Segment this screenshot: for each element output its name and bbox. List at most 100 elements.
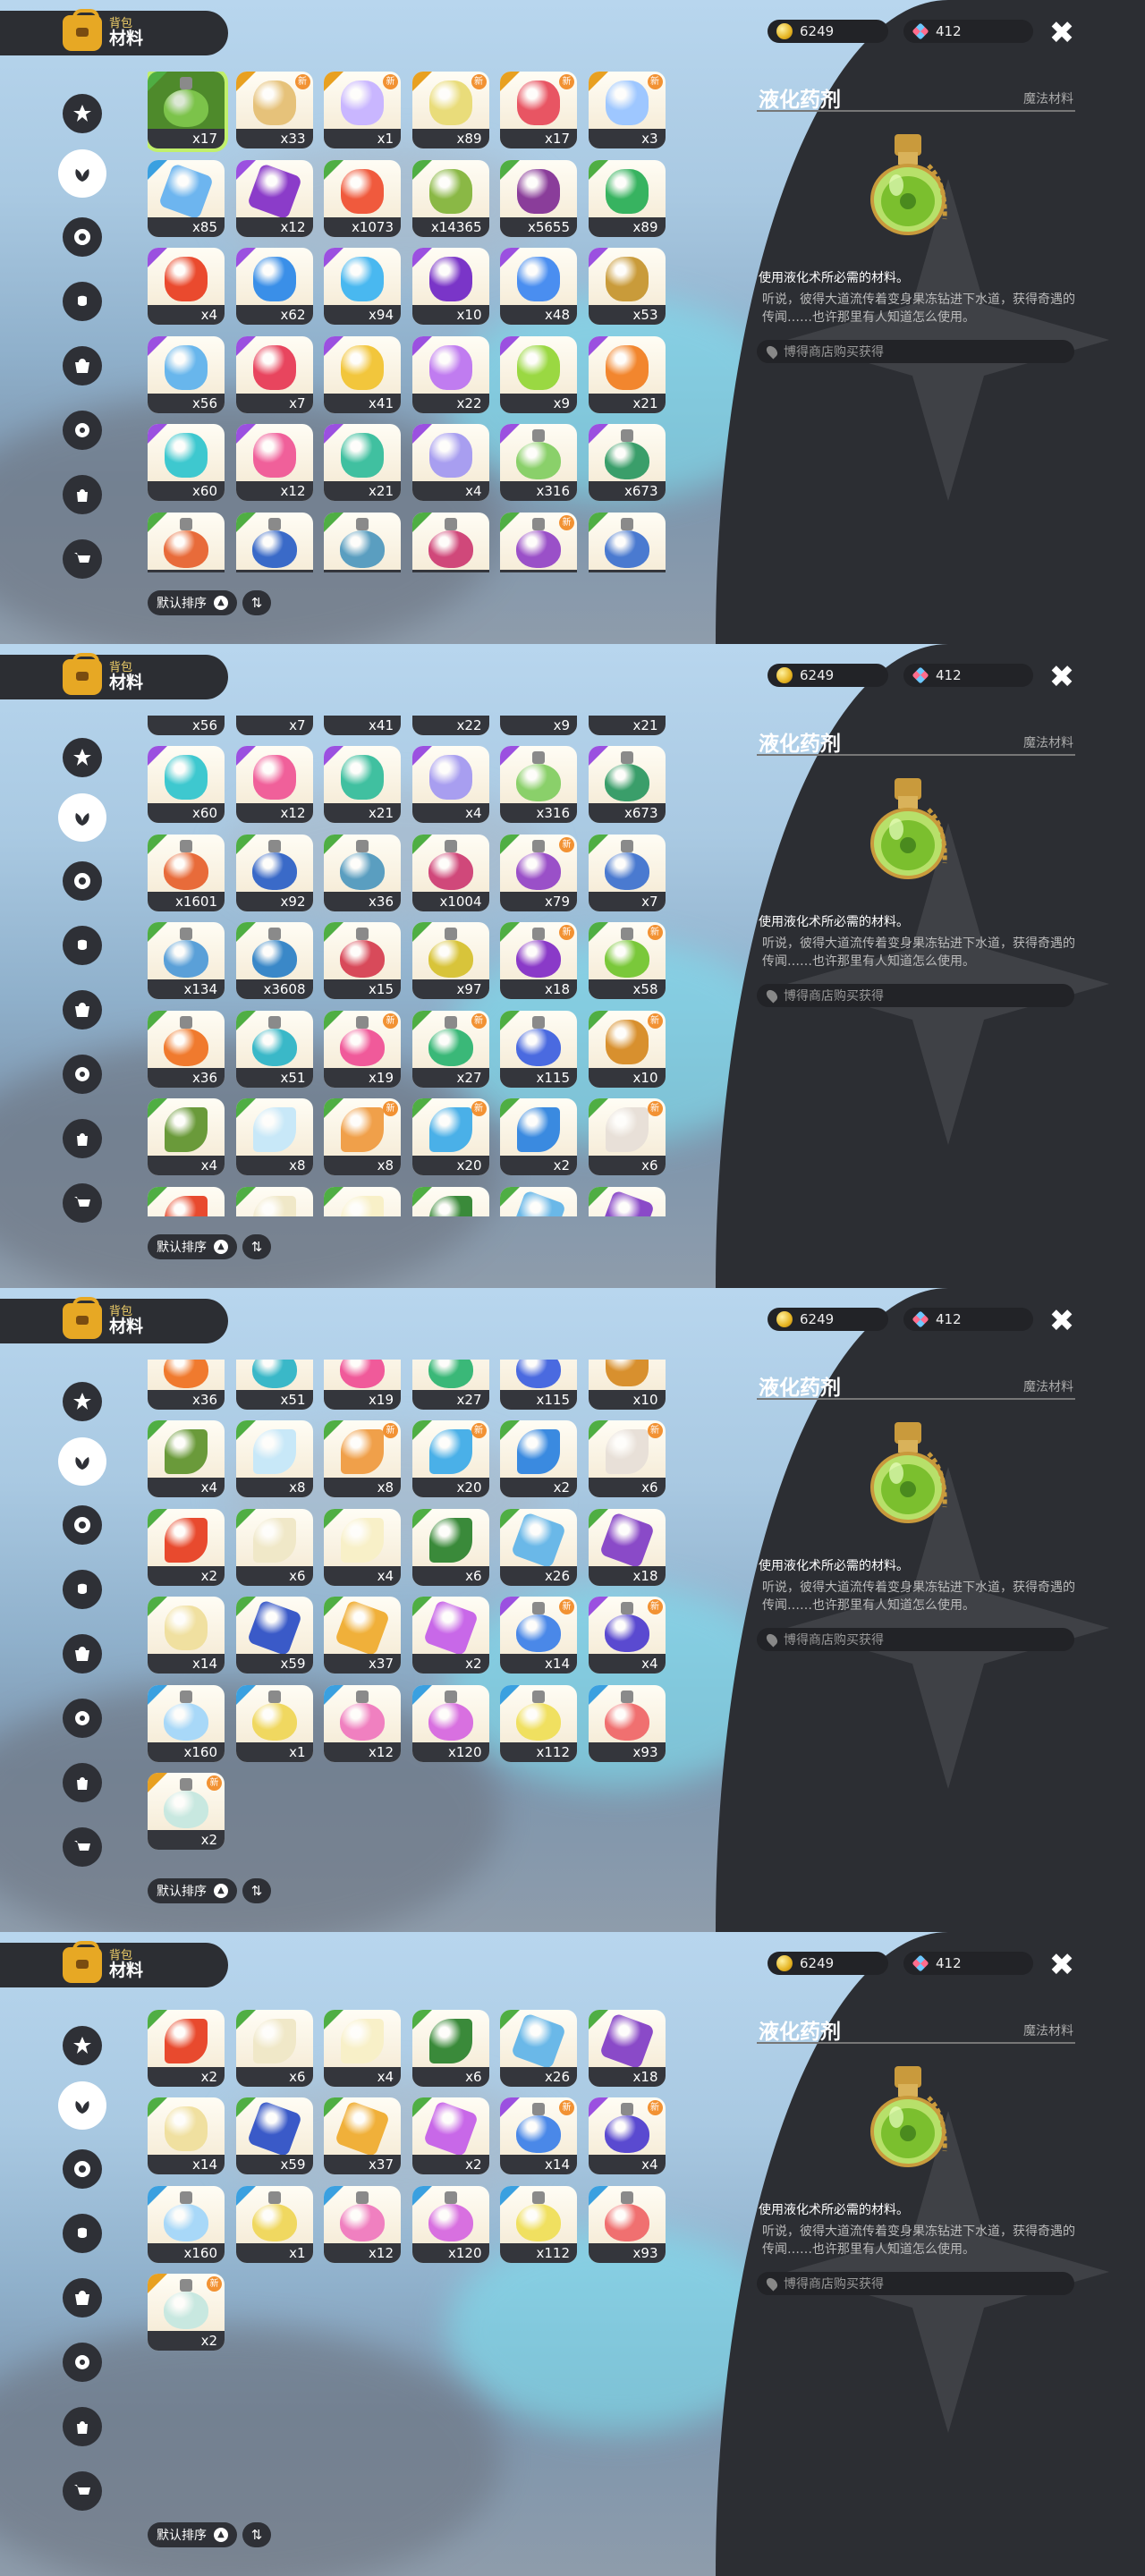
item-slot[interactable]: x6 — [411, 1508, 489, 1586]
basket-tab[interactable] — [63, 346, 102, 386]
item-slot[interactable]: x36 — [324, 834, 401, 911]
star-tab[interactable] — [63, 94, 102, 133]
item-slot[interactable]: x22 — [411, 716, 489, 735]
item-slot[interactable]: x62 — [235, 248, 313, 325]
item-slot[interactable]: x93 — [588, 1684, 666, 1762]
item-slot[interactable]: x15 — [324, 922, 401, 999]
item-slot[interactable]: x92 — [235, 834, 313, 911]
item-slot[interactable]: x48 — [500, 248, 577, 325]
leaf-tab[interactable] — [58, 1437, 106, 1486]
gear-tab[interactable] — [63, 2343, 102, 2382]
cart-tab[interactable] — [63, 1827, 102, 1867]
item-slot[interactable]: x18 — [588, 1508, 666, 1586]
item-slot[interactable]: 新 x33 — [235, 72, 313, 148]
item-slot[interactable]: 新 x2 — [148, 2274, 225, 2351]
item-slot[interactable]: x7 — [235, 335, 313, 413]
item-slot[interactable]: x26 — [500, 1508, 577, 1586]
item-slot[interactable]: x4 — [148, 1098, 225, 1175]
item-slot[interactable]: 新 x14 — [500, 2097, 577, 2174]
item-slot[interactable]: x120 — [411, 1684, 489, 1762]
item-slot[interactable]: x5655 — [500, 159, 577, 237]
item-slot[interactable]: x112 — [500, 1684, 577, 1762]
item-slot[interactable]: x4 — [148, 248, 225, 325]
cog-tab[interactable] — [63, 2149, 102, 2189]
item-slot[interactable]: x2 — [148, 1508, 225, 1586]
item-slot[interactable]: x92 — [235, 512, 313, 572]
sort-button[interactable]: 默认排序 ▲ — [148, 1878, 237, 1903]
item-slot[interactable]: x21 — [588, 335, 666, 413]
leaf-tab[interactable] — [58, 793, 106, 842]
item-slot[interactable]: x12 — [324, 2185, 401, 2263]
item-slot[interactable]: x316 — [500, 746, 577, 823]
item-slot[interactable]: x26 — [500, 2009, 577, 2087]
star-tab[interactable] — [63, 1382, 102, 1421]
item-slot[interactable]: x89 — [588, 159, 666, 237]
item-slot[interactable]: x160 — [148, 2185, 225, 2263]
bug-tab[interactable] — [63, 2214, 102, 2253]
item-slot[interactable]: x12 — [235, 746, 313, 823]
item-slot[interactable]: x2 — [148, 1186, 225, 1216]
item-slot[interactable]: x51 — [235, 1010, 313, 1088]
item-slot[interactable]: x21 — [588, 716, 666, 735]
item-slot[interactable]: x18 — [588, 1186, 666, 1216]
item-slot[interactable]: 新 x27 — [411, 1010, 489, 1088]
item-slot[interactable]: x4 — [148, 1420, 225, 1497]
item-slot[interactable]: 新 x6 — [588, 1420, 666, 1497]
sort-button[interactable]: 默认排序 ▲ — [148, 1234, 237, 1259]
item-slot[interactable]: x1004 — [411, 512, 489, 572]
sort-reverse-button[interactable]: ⇅ — [242, 590, 271, 615]
item-slot[interactable]: 新 x6 — [588, 1098, 666, 1175]
leaf-tab[interactable] — [58, 2081, 106, 2130]
item-slot[interactable]: x26 — [500, 1186, 577, 1216]
item-slot[interactable]: x120 — [411, 2185, 489, 2263]
item-slot[interactable]: x1073 — [324, 159, 401, 237]
item-slot[interactable]: x37 — [324, 2097, 401, 2174]
bug-tab[interactable] — [63, 282, 102, 321]
gear-tab[interactable] — [63, 1055, 102, 1094]
item-slot[interactable]: x12 — [235, 159, 313, 237]
item-slot[interactable]: 新 x2 — [148, 1773, 225, 1850]
item-slot[interactable]: 新 x79 — [500, 834, 577, 911]
item-slot[interactable]: x673 — [588, 424, 666, 501]
item-slot[interactable]: x37 — [324, 1597, 401, 1674]
item-slot[interactable]: x21 — [324, 746, 401, 823]
item-slot[interactable]: 新 x4 — [588, 1597, 666, 1674]
item-slot[interactable]: x4 — [324, 1508, 401, 1586]
item-slot[interactable]: 新 x89 — [411, 72, 489, 148]
sort-button[interactable]: 默认排序 ▲ — [148, 590, 237, 615]
item-slot[interactable]: x85 — [148, 159, 225, 237]
basket-tab[interactable] — [63, 990, 102, 1030]
cog-tab[interactable] — [63, 861, 102, 901]
item-slot[interactable]: x10 — [411, 248, 489, 325]
item-slot[interactable]: x3608 — [235, 922, 313, 999]
item-slot[interactable]: x93 — [588, 2185, 666, 2263]
item-slot[interactable]: 新 x8 — [324, 1420, 401, 1497]
item-slot[interactable]: x36 — [148, 1360, 225, 1410]
close-button[interactable]: ✖ — [1047, 1306, 1077, 1336]
item-slot[interactable]: x134 — [148, 922, 225, 999]
cog-tab[interactable] — [63, 217, 102, 257]
item-slot[interactable]: x6 — [235, 1508, 313, 1586]
item-slot[interactable]: 新 x10 — [588, 1010, 666, 1088]
item-slot[interactable]: x17 — [148, 72, 228, 152]
star-tab[interactable] — [63, 738, 102, 777]
item-slot[interactable]: x4 — [324, 1186, 401, 1216]
bug-tab[interactable] — [63, 926, 102, 965]
item-slot[interactable]: 新 x20 — [411, 1420, 489, 1497]
item-slot[interactable]: x4 — [411, 424, 489, 501]
close-button[interactable]: ✖ — [1047, 18, 1077, 48]
bag-tab[interactable] — [63, 2407, 102, 2446]
item-slot[interactable]: 新x19 — [324, 1360, 401, 1410]
item-slot[interactable]: x36 — [324, 512, 401, 572]
item-slot[interactable]: x6 — [235, 1186, 313, 1216]
close-button[interactable]: ✖ — [1047, 1950, 1077, 1980]
item-slot[interactable]: 新x19 — [324, 1010, 401, 1088]
bug-tab[interactable] — [63, 1570, 102, 1609]
cog-tab[interactable] — [63, 1505, 102, 1545]
item-slot[interactable]: x36 — [148, 1010, 225, 1088]
item-slot[interactable]: x9 — [500, 716, 577, 735]
item-slot[interactable]: x1601 — [148, 834, 225, 911]
item-slot[interactable]: x59 — [235, 1597, 313, 1674]
item-slot[interactable]: x97 — [411, 922, 489, 999]
item-slot[interactable]: x1004 — [411, 834, 489, 911]
